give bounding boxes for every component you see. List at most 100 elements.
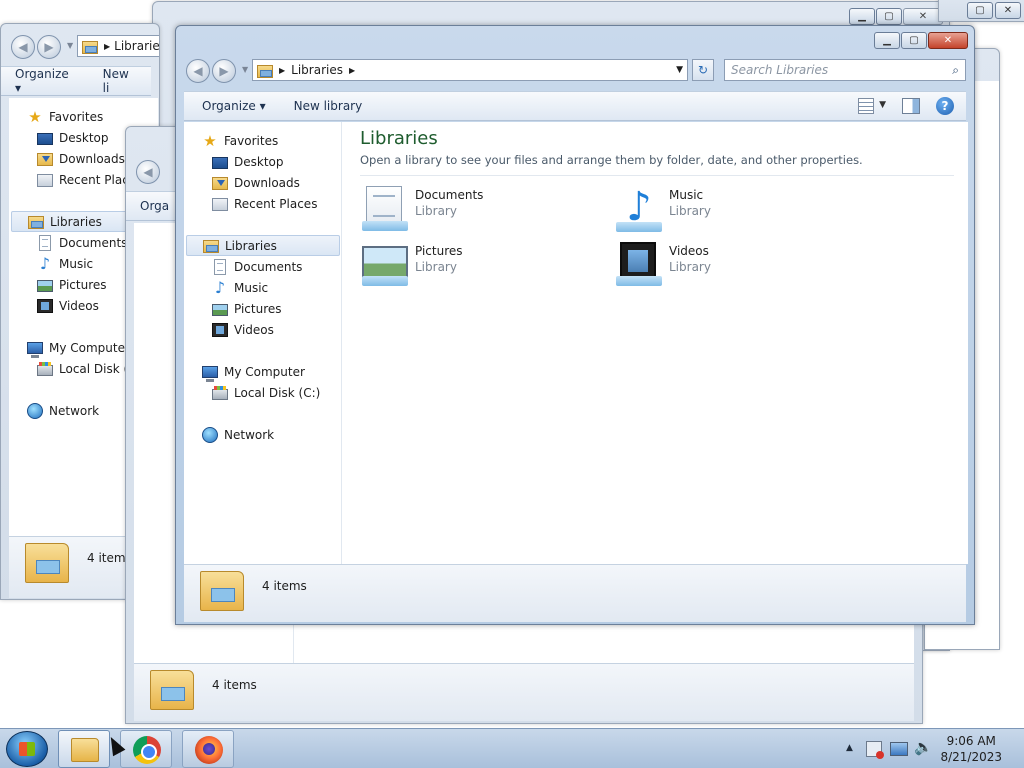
star-icon: ★ — [203, 131, 217, 150]
tray-overflow-icon[interactable]: ▲ — [846, 743, 853, 753]
caption-buttons: ▁ ▢ ✕ — [874, 32, 968, 49]
recent-pages-icon[interactable]: ▼ — [67, 41, 73, 50]
new-library-button[interactable]: New li — [89, 67, 151, 95]
libraries-icon — [25, 543, 69, 583]
nav-documents[interactable]: Documents — [37, 232, 127, 253]
minimize-button[interactable]: ▁ — [849, 8, 875, 25]
documents-icon — [214, 258, 226, 275]
library-item-videos[interactable]: Videos Library — [616, 238, 856, 286]
nav-downloads[interactable]: Downloads — [212, 172, 300, 193]
forward-icon[interactable]: ▶ — [37, 35, 61, 59]
address-bar[interactable]: ▶ Libraries — [77, 35, 159, 57]
help-icon[interactable]: ? — [936, 97, 954, 115]
breadcrumb[interactable]: Libraries — [291, 63, 343, 77]
nav-network[interactable]: Network — [202, 424, 274, 445]
address-dropdown-icon[interactable]: ▼ — [676, 65, 683, 75]
nav-pictures[interactable]: Pictures — [212, 298, 282, 319]
libraries-icon — [257, 64, 273, 78]
libraries-icon — [28, 216, 44, 229]
library-item-pictures[interactable]: Pictures Library — [362, 238, 602, 286]
breadcrumb-arrow-icon[interactable]: ▶ — [349, 66, 355, 75]
start-button[interactable] — [6, 731, 48, 767]
organize-button[interactable]: Organize ▾ — [1, 67, 89, 95]
recent-places-icon — [37, 174, 53, 187]
local-disk-icon — [37, 362, 53, 376]
view-options-icon[interactable] — [858, 98, 874, 114]
libraries-icon — [82, 40, 98, 54]
videos-icon — [212, 323, 228, 337]
breadcrumb[interactable]: Libraries — [114, 39, 159, 53]
back-icon[interactable]: ◀ — [11, 35, 35, 59]
back-icon[interactable]: ◀ — [186, 59, 210, 83]
nav-documents[interactable]: Documents — [212, 256, 302, 277]
network-status-icon[interactable] — [890, 742, 908, 756]
nav-libraries[interactable]: Libraries — [186, 235, 340, 256]
nav-my-computer[interactable]: My Computer — [27, 337, 130, 358]
clock-time: 9:06 AM — [946, 734, 996, 748]
address-bar[interactable]: ▶ Libraries ▶ ▼ — [252, 59, 688, 81]
nav-downloads[interactable]: Downloads — [37, 148, 125, 169]
star-icon: ★ — [28, 107, 42, 126]
nav-network[interactable]: Network — [27, 400, 99, 421]
desktop-icon — [37, 132, 53, 145]
downloads-icon — [212, 177, 228, 190]
nav-recent-places[interactable]: Recent Places — [212, 193, 317, 214]
nav-favorites[interactable]: ★ Favorites — [202, 130, 278, 151]
nav-music[interactable]: ♪ Music — [212, 277, 268, 298]
libraries-icon — [203, 240, 219, 253]
nav-videos[interactable]: Videos — [37, 295, 99, 316]
recent-pages-icon[interactable]: ▼ — [242, 65, 248, 74]
new-library-button[interactable]: New library — [280, 99, 377, 113]
network-icon — [27, 402, 43, 419]
nav-local-disk[interactable]: Local Disk (C:) — [212, 382, 320, 403]
item-count: 4 items — [212, 678, 257, 692]
forward-icon[interactable]: ▶ — [212, 59, 236, 83]
minimize-button[interactable]: ▁ — [874, 32, 900, 49]
taskbar-chrome-button[interactable] — [120, 730, 172, 768]
maximize-button[interactable]: ▢ — [876, 8, 902, 25]
library-item-music[interactable]: ♪ Music Library — [616, 182, 856, 232]
organize-button[interactable]: Organize ▾ — [184, 99, 280, 113]
restore-button[interactable]: ▢ — [967, 2, 993, 19]
nav-music[interactable]: ♪ Music — [37, 253, 93, 274]
action-center-icon[interactable] — [866, 741, 884, 759]
nav-my-computer[interactable]: My Computer — [202, 361, 305, 382]
window-explorer-front: ▁ ▢ ✕ ◀ ▶ ▼ ▶ Libraries ▶ ▼ ↻ Search Lib… — [175, 25, 975, 625]
libraries-icon — [150, 670, 194, 710]
search-icon[interactable]: ⌕ — [952, 63, 959, 78]
computer-icon — [202, 366, 218, 382]
divider — [360, 175, 954, 176]
refresh-icon[interactable]: ↻ — [692, 59, 714, 81]
clock-date: 8/21/2023 — [940, 750, 1002, 764]
music-icon: ♪ — [39, 253, 51, 273]
taskbar-firefox-button[interactable] — [182, 730, 234, 768]
preview-pane-icon[interactable] — [902, 98, 920, 114]
library-item-documents[interactable]: Documents Library — [362, 182, 602, 231]
local-disk-icon — [212, 386, 228, 400]
close-button[interactable]: ✕ — [928, 32, 968, 49]
toolbar: Organize ▾ New li — [1, 66, 151, 96]
volume-icon[interactable]: 🔈 — [914, 738, 933, 756]
network-icon — [202, 426, 218, 443]
address-row: ◀ ▶ ▼ ▶ Libraries — [9, 34, 159, 60]
nav-recent-places[interactable]: Recent Place — [37, 169, 136, 190]
breadcrumb-arrow-icon: ▶ — [279, 65, 286, 75]
documents-icon — [39, 234, 51, 251]
recent-places-icon — [212, 198, 228, 211]
nav-videos[interactable]: Videos — [212, 319, 274, 340]
status-bar: 4 items — [184, 564, 966, 622]
nav-pictures[interactable]: Pictures — [37, 274, 107, 295]
nav-local-disk[interactable]: Local Disk (C — [37, 358, 137, 379]
nav-desktop[interactable]: Desktop — [212, 151, 284, 172]
taskbar-explorer-button[interactable] — [58, 730, 110, 768]
close-button[interactable]: ✕ — [903, 8, 943, 25]
maximize-button[interactable]: ▢ — [901, 32, 927, 49]
nav-favorites[interactable]: ★ Favorites — [27, 106, 103, 127]
page-title: Libraries — [360, 128, 438, 149]
nav-desktop[interactable]: Desktop — [37, 127, 109, 148]
close-button[interactable]: ✕ — [995, 2, 1021, 19]
system-clock[interactable]: 9:06 AM 8/21/2023 — [940, 733, 1002, 765]
view-dropdown-icon[interactable]: ▼ — [879, 100, 886, 110]
search-input[interactable]: Search Libraries ⌕ — [724, 59, 966, 81]
back-icon[interactable]: ◀ — [136, 160, 160, 184]
